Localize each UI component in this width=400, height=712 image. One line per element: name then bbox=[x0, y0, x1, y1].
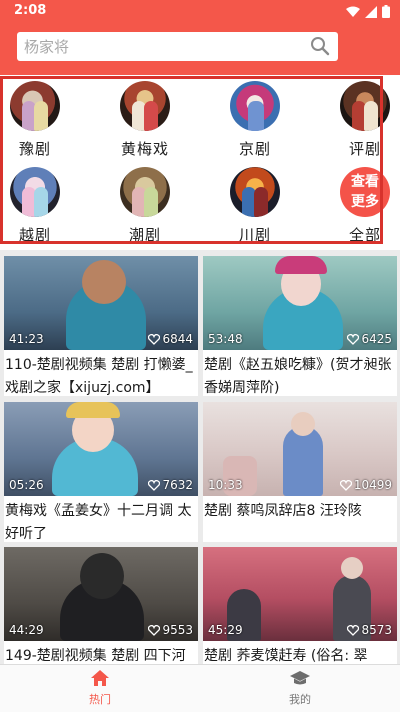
heart-icon bbox=[148, 333, 161, 345]
video-likes-count: 7632 bbox=[162, 478, 193, 492]
tab-mine[interactable]: 我的 bbox=[200, 669, 400, 707]
video-thumbnail: 05:26 7632 bbox=[4, 402, 198, 496]
video-duration: 45:29 bbox=[208, 623, 243, 637]
video-thumbnail: 10:33 10499 bbox=[203, 402, 397, 496]
video-card[interactable]: 44:29 9553 149-楚剧视频集 楚剧 四下河 bbox=[4, 547, 198, 664]
category-label: 全部 bbox=[348, 226, 381, 244]
video-duration: 41:23 bbox=[9, 332, 44, 346]
category-thumbnail bbox=[230, 167, 280, 217]
video-duration: 05:26 bbox=[9, 478, 44, 492]
view-more-button[interactable]: 查看 更多 bbox=[340, 167, 390, 217]
heart-icon bbox=[148, 624, 161, 636]
category-panel: 豫剧 黄梅戏 京剧 评剧 越剧 潮剧 川剧 查看 更多 全部 bbox=[0, 75, 400, 250]
category-thumbnail bbox=[10, 81, 60, 131]
battery-icon bbox=[382, 5, 390, 18]
video-title[interactable]: 149-楚剧视频集 楚剧 四下河 bbox=[4, 641, 198, 664]
view-more-line1: 查看 bbox=[351, 174, 379, 190]
category-thumbnail bbox=[230, 81, 280, 131]
category-label: 越剧 bbox=[18, 226, 51, 244]
video-likes-count: 9553 bbox=[162, 623, 193, 637]
home-icon bbox=[91, 670, 109, 686]
wifi-icon bbox=[346, 6, 360, 17]
heart-icon bbox=[347, 624, 360, 636]
category-item-chuanju[interactable]: 川剧 bbox=[215, 167, 295, 245]
video-title[interactable]: 黄梅戏《孟姜女》十二月调 太好听了 bbox=[4, 496, 198, 542]
category-item-jingju[interactable]: 京剧 bbox=[215, 81, 295, 159]
category-item-all[interactable]: 查看 更多 全部 bbox=[325, 167, 400, 245]
video-likes: 9553 bbox=[148, 623, 193, 637]
app-header: 2:08 bbox=[0, 0, 400, 75]
video-likes-count: 8573 bbox=[361, 623, 392, 637]
heart-icon bbox=[347, 333, 360, 345]
bottom-nav: 热门 我的 bbox=[0, 664, 400, 712]
video-card[interactable]: 45:29 8573 楚剧 荞麦馍赶寿 (俗名: 翠 bbox=[203, 547, 397, 664]
category-label: 川剧 bbox=[238, 226, 271, 244]
video-thumbnail: 53:48 6425 bbox=[203, 256, 397, 350]
category-item-chaoju[interactable]: 潮剧 bbox=[105, 167, 185, 245]
status-bar: 2:08 bbox=[0, 0, 400, 24]
video-likes: 7632 bbox=[148, 478, 193, 492]
view-more-line2: 更多 bbox=[351, 194, 379, 210]
video-card[interactable]: 10:33 10499 楚剧 蔡鸣凤辞店8 汪玲陔 bbox=[203, 402, 397, 542]
category-label: 京剧 bbox=[238, 140, 271, 158]
video-card[interactable]: 53:48 6425 楚剧《赵五娘吃糠》(贺才昶张香娣周萍阶) bbox=[203, 256, 397, 396]
category-item-yueju[interactable]: 越剧 bbox=[0, 167, 75, 245]
search-icon[interactable] bbox=[310, 36, 330, 56]
video-thumbnail: 45:29 8573 bbox=[203, 547, 397, 641]
tab-mine-label: 我的 bbox=[289, 693, 311, 706]
category-thumbnail bbox=[120, 167, 170, 217]
category-thumbnail bbox=[340, 81, 390, 131]
video-card[interactable]: 05:26 7632 黄梅戏《孟姜女》十二月调 太好听了 bbox=[4, 402, 198, 542]
tab-hot[interactable]: 热门 bbox=[0, 669, 200, 707]
category-label: 豫剧 bbox=[18, 140, 51, 158]
search-bar[interactable] bbox=[17, 32, 338, 61]
video-likes: 10499 bbox=[339, 478, 392, 492]
category-thumbnail bbox=[120, 81, 170, 131]
heart-icon bbox=[339, 479, 352, 491]
video-likes: 8573 bbox=[347, 623, 392, 637]
video-likes: 6844 bbox=[148, 332, 193, 346]
heart-icon bbox=[148, 479, 161, 491]
category-label: 潮剧 bbox=[128, 226, 161, 244]
video-likes-count: 6844 bbox=[162, 332, 193, 346]
video-likes: 6425 bbox=[347, 332, 392, 346]
category-label: 黄梅戏 bbox=[120, 140, 169, 158]
video-duration: 53:48 bbox=[208, 332, 243, 346]
status-icons bbox=[346, 5, 390, 18]
category-item-huangmeixi[interactable]: 黄梅戏 bbox=[105, 81, 185, 159]
video-thumbnail: 44:29 9553 bbox=[4, 547, 198, 641]
video-title[interactable]: 110-楚剧视频集 楚剧 打懒婆_戏剧之家【xijuzj.com】 bbox=[4, 350, 198, 396]
status-time: 2:08 bbox=[14, 3, 47, 18]
category-thumbnail bbox=[10, 167, 60, 217]
video-likes-count: 10499 bbox=[353, 478, 392, 492]
category-item-yuju[interactable]: 豫剧 bbox=[0, 81, 75, 159]
category-item-pingju[interactable]: 评剧 bbox=[325, 81, 400, 159]
video-title[interactable]: 楚剧 蔡鸣凤辞店8 汪玲陔 bbox=[203, 496, 397, 542]
video-likes-count: 6425 bbox=[361, 332, 392, 346]
graduation-cap-icon bbox=[290, 671, 310, 685]
video-duration: 10:33 bbox=[208, 478, 243, 492]
video-duration: 44:29 bbox=[9, 623, 44, 637]
category-label: 评剧 bbox=[348, 140, 381, 158]
signal-icon bbox=[365, 5, 377, 18]
tab-hot-label: 热门 bbox=[89, 693, 111, 706]
video-title[interactable]: 楚剧 荞麦馍赶寿 (俗名: 翠 bbox=[203, 641, 397, 664]
video-card[interactable]: 41:23 6844 110-楚剧视频集 楚剧 打懒婆_戏剧之家【xijuzj.… bbox=[4, 256, 198, 396]
search-input[interactable] bbox=[17, 32, 297, 61]
video-thumbnail: 41:23 6844 bbox=[4, 256, 198, 350]
video-title[interactable]: 楚剧《赵五娘吃糠》(贺才昶张香娣周萍阶) bbox=[203, 350, 397, 396]
